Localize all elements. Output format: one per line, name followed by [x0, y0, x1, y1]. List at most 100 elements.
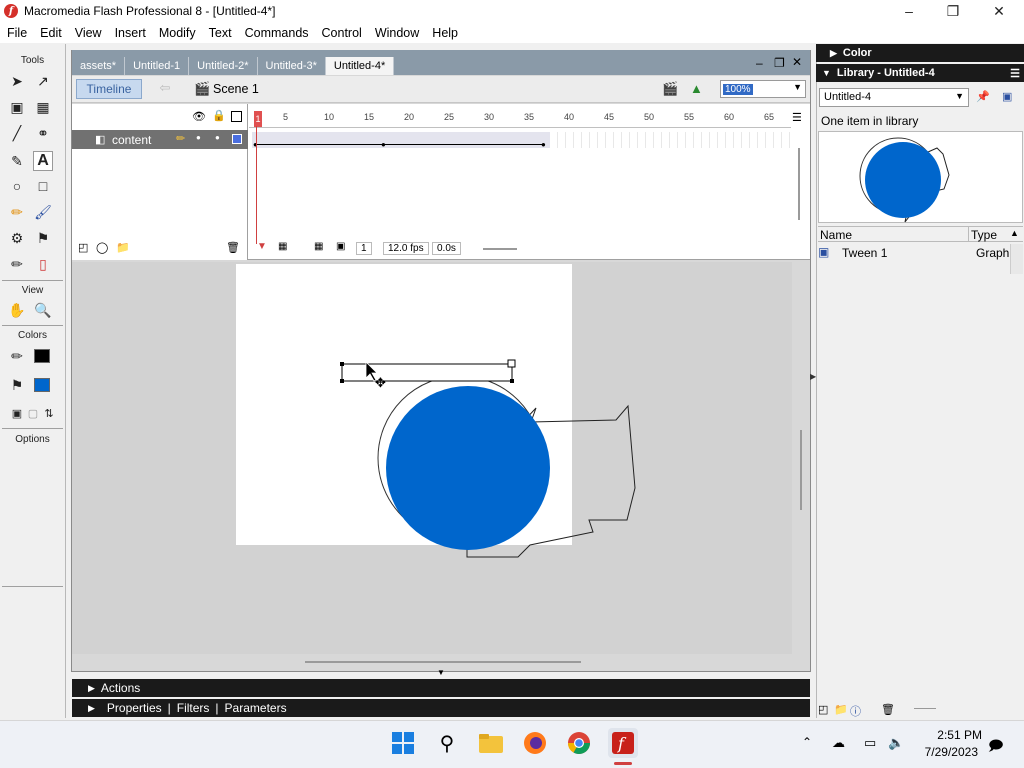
menu-window[interactable]: Window	[368, 26, 425, 40]
properties-icon[interactable]: ⓘ	[850, 703, 861, 719]
clock-date[interactable]: 7/29/2023	[912, 745, 978, 759]
eyedropper-icon[interactable]: ✏	[7, 254, 27, 274]
actions-panel-header[interactable]: ▶ Actions	[72, 679, 810, 697]
eraser-icon[interactable]: ▯	[33, 254, 53, 274]
library-document-select[interactable]: Untitled-4 ▼	[819, 88, 969, 107]
tab-filters[interactable]: Filters	[177, 701, 210, 715]
library-panel-header[interactable]: ▼ Library - Untitled-4 ☰	[816, 64, 1024, 82]
zoom-select[interactable]: 100% ▼	[720, 80, 806, 98]
stage-hscroll[interactable]	[305, 661, 581, 663]
properties-panel-header[interactable]: ▶ Properties | Filters | Parameters	[72, 699, 810, 717]
tab-untitled-1[interactable]: Untitled-1	[125, 57, 190, 75]
chrome-icon[interactable]	[564, 728, 594, 758]
visible-dot-icon[interactable]: ●	[196, 133, 201, 142]
menu-view[interactable]: View	[68, 26, 108, 40]
stage-artwork[interactable]: ✥	[236, 340, 656, 580]
new-symbol-icon[interactable]: ◰	[818, 703, 828, 716]
windows-start-icon[interactable]	[388, 728, 418, 758]
delete-layer-icon[interactable]: 🗑	[226, 241, 240, 254]
tab-parameters[interactable]: Parameters	[225, 701, 287, 715]
oval-tool-icon[interactable]: ○	[7, 176, 27, 196]
new-library-panel-icon[interactable]: ▣	[1002, 90, 1012, 103]
lock-icon[interactable]: 🔒	[212, 109, 226, 122]
doc-close-icon[interactable]: ✕	[792, 55, 802, 69]
swap-colors-icon[interactable]: ⇅	[39, 403, 59, 423]
network-icon[interactable]: ☁	[832, 735, 845, 751]
tab-untitled-3[interactable]: Untitled-3*	[258, 57, 326, 75]
library-hscroll[interactable]	[914, 708, 936, 709]
menu-control[interactable]: Control	[315, 26, 368, 40]
system-tray-chevron-icon[interactable]: ⌃	[802, 735, 812, 749]
collapse-panel-arrow-icon[interactable]: ▼	[437, 668, 445, 677]
pen-tool-icon[interactable]: ✎	[7, 151, 27, 171]
tween-span[interactable]	[252, 132, 550, 148]
stroke-color-swatch[interactable]	[34, 349, 50, 363]
menu-insert[interactable]: Insert	[108, 26, 152, 40]
arrow-tool-icon[interactable]: ➤	[7, 71, 27, 91]
edit-scene-icon[interactable]: 🎬	[662, 81, 678, 97]
rectangle-tool-icon[interactable]: □	[33, 176, 53, 196]
menu-help[interactable]: Help	[425, 26, 464, 40]
edit-symbols-icon[interactable]: ▲	[690, 81, 703, 96]
add-layer-icon[interactable]: ◰	[78, 241, 88, 254]
onion-outlines-icon[interactable]: ▦	[314, 241, 323, 252]
file-explorer-icon[interactable]	[476, 728, 506, 758]
zoom-tool-icon[interactable]: 🔍	[33, 300, 53, 320]
paint-bucket-icon[interactable]: ⚑	[33, 228, 53, 248]
panel-options-icon[interactable]: ☰	[1010, 67, 1020, 80]
playhead-line[interactable]	[256, 126, 257, 244]
ink-bottle-icon[interactable]: ⚙	[7, 228, 27, 248]
onion-skin-icon[interactable]: ▦	[278, 241, 287, 252]
frame-rate-field[interactable]: 12.0 fps	[383, 242, 429, 255]
fill-transform-icon[interactable]: ▦	[33, 97, 53, 117]
timeline-hscroll[interactable]	[483, 248, 517, 250]
flash-taskbar-icon[interactable]: f	[608, 728, 638, 758]
type-column-header[interactable]: Type	[971, 228, 997, 242]
notifications-icon[interactable]: 🗩	[988, 735, 1004, 759]
subselect-tool-icon[interactable]: ↗	[33, 71, 53, 91]
color-panel-header[interactable]: ▶ Color	[816, 44, 1024, 62]
doc-minimize-icon[interactable]: –	[756, 56, 763, 70]
tab-properties[interactable]: Properties	[107, 701, 162, 715]
delete-item-icon[interactable]: 🗑	[881, 703, 895, 716]
minimize-button[interactable]: –	[886, 0, 932, 22]
lock-dot-icon[interactable]: ●	[215, 133, 220, 142]
sort-order-icon[interactable]: ▲	[1010, 228, 1019, 238]
clock-time[interactable]: 2:51 PM	[912, 728, 982, 742]
timeline-scrollbar[interactable]	[798, 148, 800, 220]
brush-tool-icon[interactable]: 🖌	[33, 202, 53, 222]
center-frame-icon[interactable]: ▼	[257, 241, 267, 252]
display-icon[interactable]: ▭	[864, 735, 876, 751]
firefox-icon[interactable]	[520, 728, 550, 758]
frame-ruler[interactable]: 1 5 10 15 20 25 30 35 40 45 50 55 60 65	[249, 104, 791, 128]
stage-vscroll[interactable]	[800, 430, 802, 510]
fill-color-swatch[interactable]	[34, 378, 50, 392]
back-arrow-icon[interactable]: ⇦	[150, 80, 180, 98]
add-motion-guide-icon[interactable]: ◯	[96, 241, 108, 254]
search-icon[interactable]: ⚲	[432, 728, 462, 758]
lasso-tool-icon[interactable]: ⚭	[33, 123, 53, 143]
empty-frames[interactable]	[550, 132, 792, 148]
timeline-menu-icon[interactable]: ☰	[792, 111, 802, 124]
tab-untitled-2[interactable]: Untitled-2*	[189, 57, 258, 75]
free-transform-icon[interactable]: ▣	[7, 97, 27, 117]
pin-library-icon[interactable]: 📌	[976, 90, 990, 103]
add-folder-icon[interactable]: 📁	[116, 241, 130, 254]
menu-edit[interactable]: Edit	[33, 26, 68, 40]
maximize-button[interactable]: ❐	[930, 0, 976, 22]
outline-toggle-icon[interactable]	[231, 111, 242, 122]
close-button[interactable]: ✕	[976, 0, 1022, 22]
new-folder-icon[interactable]: 📁	[834, 703, 848, 716]
menu-text[interactable]: Text	[202, 26, 238, 40]
menu-modify[interactable]: Modify	[152, 26, 202, 40]
pencil-tool-icon[interactable]: ✏	[7, 202, 27, 222]
text-tool-icon[interactable]: A	[33, 151, 53, 171]
library-list-item[interactable]: ▣ Tween 1 Graph	[818, 244, 1010, 262]
keyframe-dot[interactable]: ●	[381, 140, 386, 149]
hand-tool-icon[interactable]: ✋	[7, 300, 27, 320]
volume-icon[interactable]: 🔈	[888, 735, 904, 751]
tab-assets[interactable]: assets*	[72, 57, 126, 75]
name-column-header[interactable]: Name	[820, 228, 852, 242]
show-hide-eye-icon[interactable]: 👁	[192, 110, 206, 123]
menu-commands[interactable]: Commands	[238, 26, 315, 40]
